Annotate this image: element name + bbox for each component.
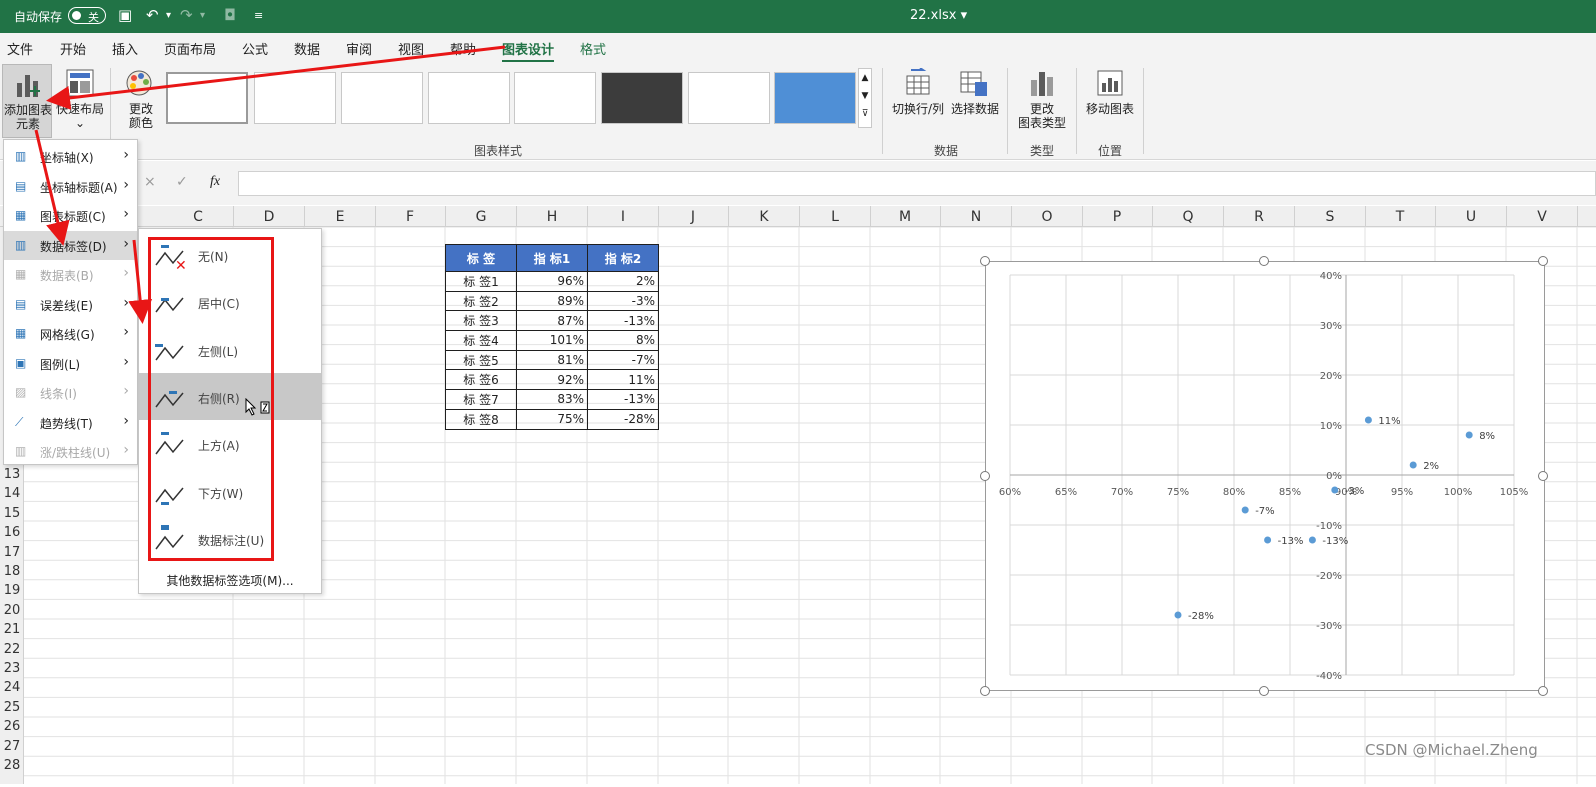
watermark: CSDN @Michael.Zheng bbox=[1365, 741, 1538, 759]
arrow-to-data-labels bbox=[34, 129, 70, 246]
arrow-to-add-element bbox=[46, 45, 506, 110]
arrow-to-submenu bbox=[128, 239, 153, 324]
annotation-arrows bbox=[34, 45, 506, 324]
